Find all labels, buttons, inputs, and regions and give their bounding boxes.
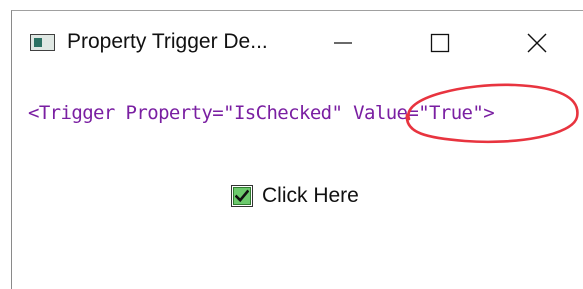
- minimize-button[interactable]: [315, 25, 371, 61]
- code-prefix: <Trigger Property="IsChecked": [28, 102, 354, 124]
- checkbox-box[interactable]: [231, 185, 253, 207]
- maximize-icon: [430, 33, 450, 53]
- checkbox-label[interactable]: Click Here: [262, 184, 359, 208]
- maximize-button[interactable]: [412, 25, 468, 61]
- app-window: Property Trigger De... <Trigger Property…: [11, 10, 583, 289]
- checkmark-icon: [233, 187, 251, 205]
- highlight-ellipse: [405, 83, 579, 144]
- minimize-icon: [334, 42, 352, 44]
- title-bar[interactable]: Property Trigger De...: [12, 11, 583, 73]
- close-button[interactable]: [509, 25, 565, 61]
- close-icon: [527, 33, 547, 53]
- window-title: Property Trigger De...: [67, 30, 268, 53]
- click-here-checkbox[interactable]: Click Here: [231, 183, 359, 209]
- app-icon: [30, 34, 55, 51]
